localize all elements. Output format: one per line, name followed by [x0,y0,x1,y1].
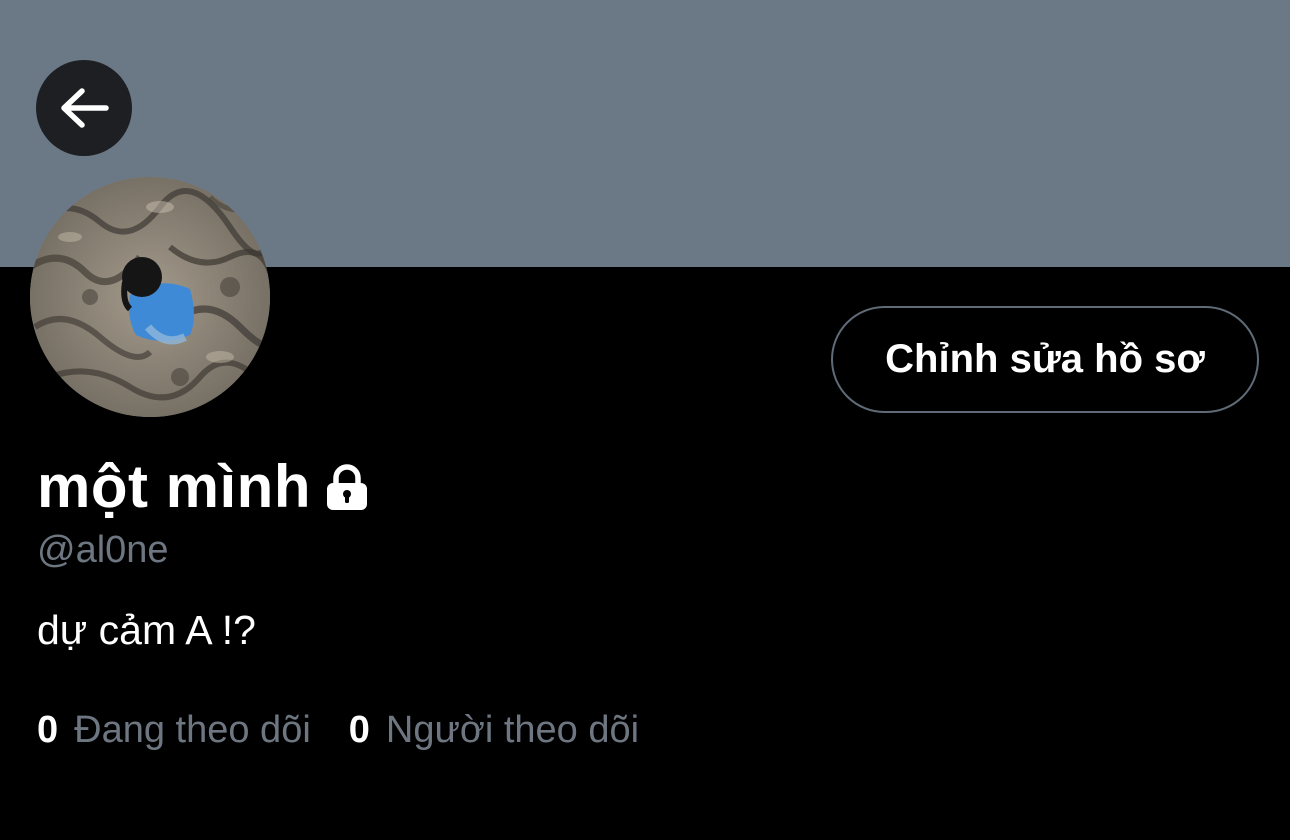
profile-stats: 0 Đang theo dõi 0 Người theo dõi [37,706,639,754]
profile-bio: dự cảm A !? [37,607,256,653]
following-count: 0 [37,709,59,751]
followers-count: 0 [348,709,370,751]
followers-label: Người theo dõi [385,709,640,751]
following-stat[interactable]: 0 Đang theo dõi [37,706,311,754]
edit-profile-button[interactable]: Chỉnh sửa hồ sơ [831,306,1259,413]
profile-page: Chỉnh sửa hồ sơ một mình @al0ne dự cảm A… [0,0,1290,840]
avatar[interactable] [30,177,270,417]
followers-stat[interactable]: 0 Người theo dõi [349,706,639,754]
display-name: một mình [37,453,311,520]
back-button[interactable] [36,60,132,156]
following-label: Đang theo dõi [74,709,311,751]
lock-icon [323,462,371,512]
arrow-left-icon [58,86,110,130]
profile-name-row: một mình [37,452,371,522]
edit-profile-button-label: Chỉnh sửa hồ sơ [885,337,1205,381]
user-handle: @al0ne [37,529,169,571]
